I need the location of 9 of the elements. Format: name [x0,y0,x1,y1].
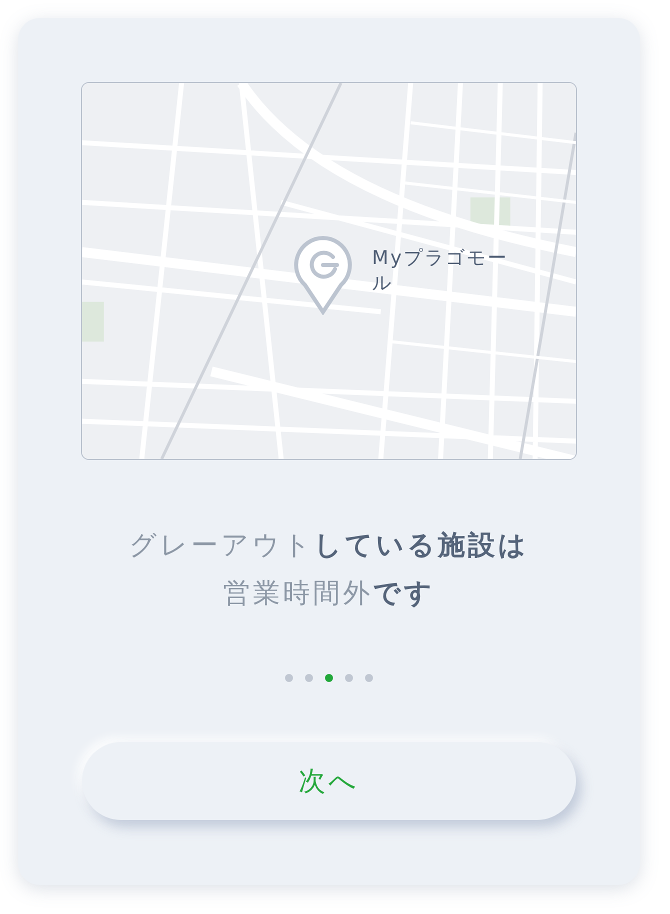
page-dot[interactable] [285,674,293,682]
page-dot[interactable] [305,674,313,682]
next-button[interactable]: 次へ [82,742,576,820]
page-dot[interactable] [325,674,333,682]
message-text: グレーアウト している施設は 営業時間外です [129,529,529,611]
page-dot[interactable] [345,674,353,682]
map-pin-icon [293,235,353,315]
pin-label: Myプラゴモール [372,246,510,296]
page-dot[interactable] [365,674,373,682]
